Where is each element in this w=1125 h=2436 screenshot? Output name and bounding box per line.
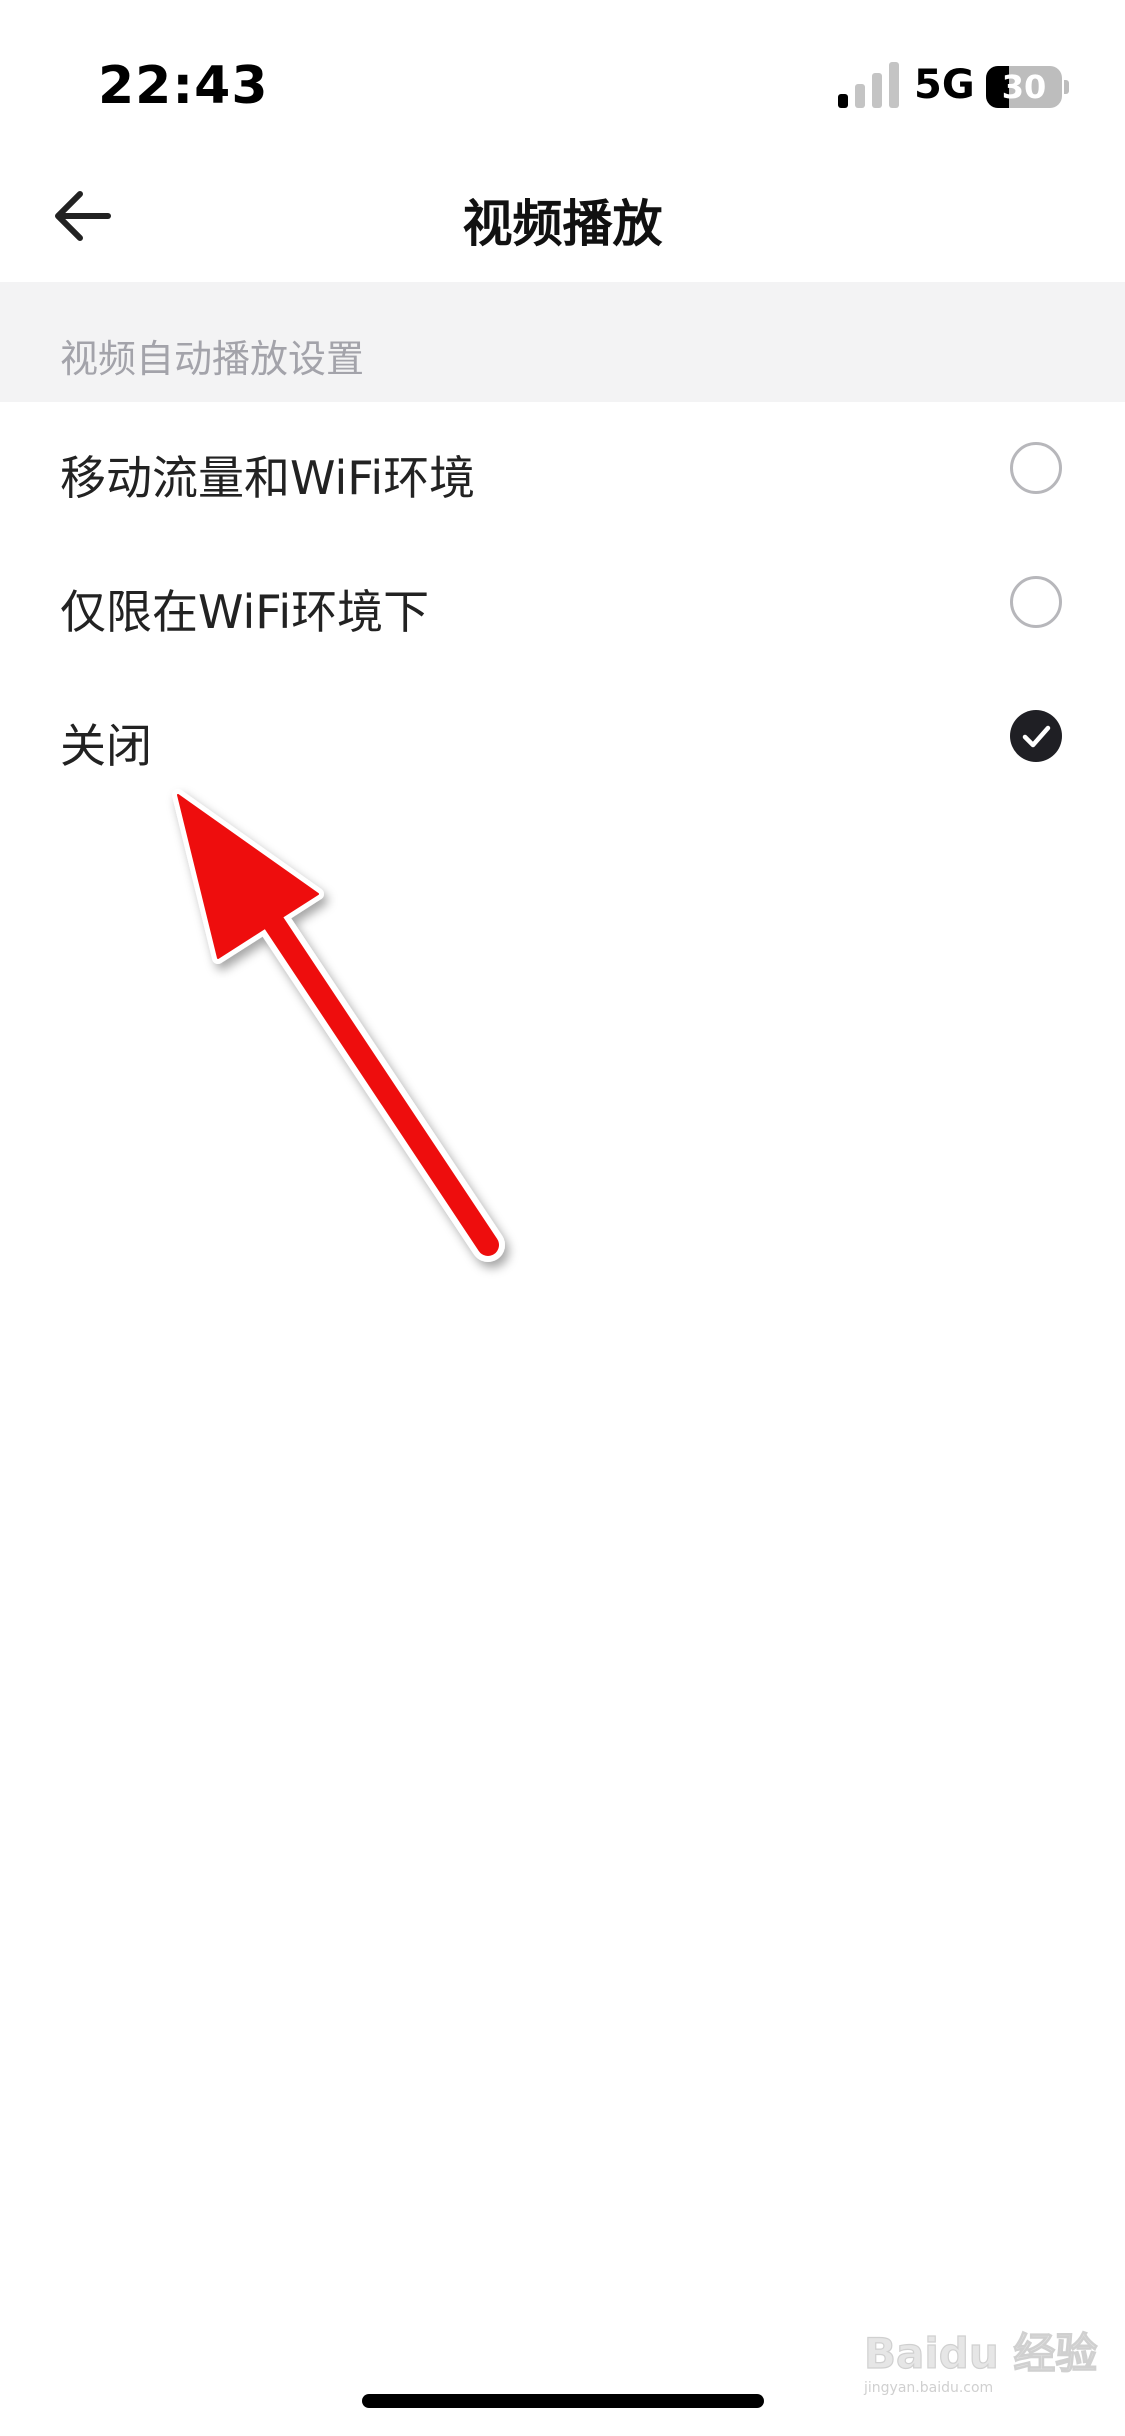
option-label: 关闭 [60, 719, 152, 773]
battery-percentage: 30 [1001, 68, 1047, 106]
battery-tip [1064, 80, 1069, 94]
home-indicator[interactable] [362, 2394, 764, 2408]
baidu-jingyan-watermark: Baidu 经验 jingyan.baidu.com [863, 2328, 1098, 2396]
option-mobile-and-wifi[interactable]: 移动流量和WiFi环境 [0, 402, 1125, 536]
radio-unchecked-icon[interactable] [1010, 442, 1062, 494]
section-header: 视频自动播放设置 [0, 282, 1125, 402]
signal-bar-2 [855, 84, 865, 108]
signal-bar-3 [872, 73, 882, 108]
status-bar: 22:43 5G 30 [0, 0, 1125, 150]
signal-bar-4 [889, 62, 899, 108]
option-label: 仅限在WiFi环境下 [60, 585, 430, 639]
section-header-label: 视频自动播放设置 [60, 337, 365, 381]
svg-text:jingyan.baidu.com: jingyan.baidu.com [863, 2380, 993, 2396]
svg-text:Baidu 经验: Baidu 经验 [864, 2329, 1097, 2378]
battery-body: 30 [986, 66, 1062, 108]
status-time: 22:43 [98, 56, 269, 116]
cellular-signal-icon [838, 62, 899, 108]
option-label: 移动流量和WiFi环境 [60, 451, 476, 505]
signal-bar-1 [838, 94, 848, 108]
radio-checked-icon[interactable] [1010, 710, 1062, 762]
navigation-bar: 视频播放 [0, 150, 1125, 282]
video-playback-settings-screen: 22:43 5G 30 视频播放 视频自动播放设置 移动流量和WiFi环境 仅限… [0, 0, 1125, 2436]
checkmark-icon [1022, 725, 1051, 748]
page-title: 视频播放 [462, 195, 663, 253]
option-off[interactable]: 关闭 [0, 670, 1125, 804]
network-type-label: 5G [914, 62, 975, 108]
radio-unchecked-icon[interactable] [1010, 576, 1062, 628]
battery-icon: 30 [986, 66, 1069, 108]
option-wifi-only[interactable]: 仅限在WiFi环境下 [0, 536, 1125, 670]
